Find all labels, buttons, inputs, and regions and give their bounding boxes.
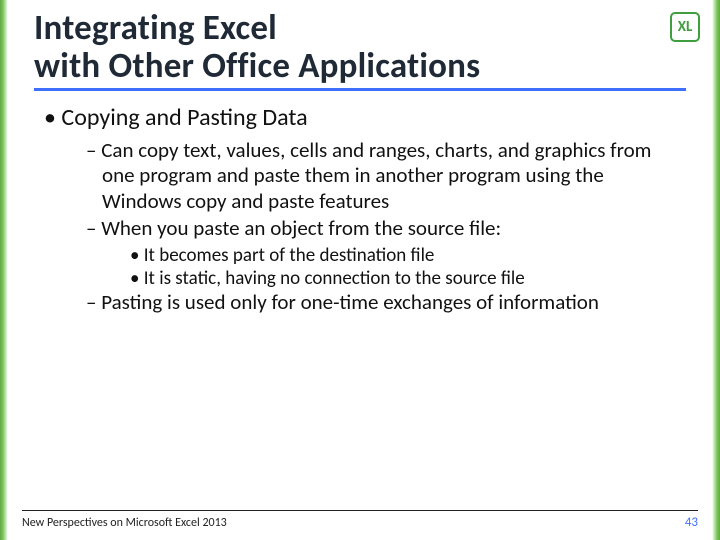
- xl-badge-icon: XL: [670, 12, 700, 42]
- bullet-lvl3-text: It becomes part of the destination file: [144, 244, 435, 267]
- bullet-lvl3: It is static, having no connection to th…: [130, 267, 686, 290]
- slide-footer: New Perspectives on Microsoft Excel 2013…: [0, 510, 720, 540]
- title-line-2: with Other Office Applications: [34, 45, 480, 87]
- bullet-lvl2-text: Pasting is used only for one-time exchan…: [101, 289, 599, 315]
- bullet-lvl2: Can copy text, values, cells and ranges,…: [86, 138, 686, 215]
- bullet-lvl3-text: It is static, having no connection to th…: [144, 267, 525, 290]
- footer-text: New Perspectives on Microsoft Excel 2013: [22, 516, 227, 530]
- footer-row: New Perspectives on Microsoft Excel 2013…: [22, 515, 698, 530]
- bullet-lvl3: It becomes part of the destination file: [130, 244, 686, 267]
- slide-body: Copying and Pasting Data Can copy text, …: [0, 95, 720, 540]
- slide-title: Integrating Excel with Other Office Appl…: [34, 10, 686, 86]
- title-underline: [34, 88, 686, 91]
- accent-left: [0, 0, 8, 540]
- bullet-lvl2: Pasting is used only for one-time exchan…: [86, 290, 686, 316]
- bullet-lvl1-text: Copying and Pasting Data: [61, 103, 307, 132]
- bullet-lvl1: Copying and Pasting Data: [44, 103, 686, 132]
- footer-rule: [22, 510, 698, 511]
- slide-header: Integrating Excel with Other Office Appl…: [0, 0, 720, 95]
- bullet-lvl2-text: Can copy text, values, cells and ranges,…: [101, 137, 651, 214]
- page-number: 43: [685, 515, 698, 530]
- slide: XL Integrating Excel with Other Office A…: [0, 0, 720, 540]
- title-line-1: Integrating Excel: [34, 7, 277, 49]
- bullet-lvl2-text: When you paste an object from the source…: [101, 215, 501, 241]
- bullet-lvl2: When you paste an object from the source…: [86, 216, 686, 242]
- accent-right: [712, 0, 720, 540]
